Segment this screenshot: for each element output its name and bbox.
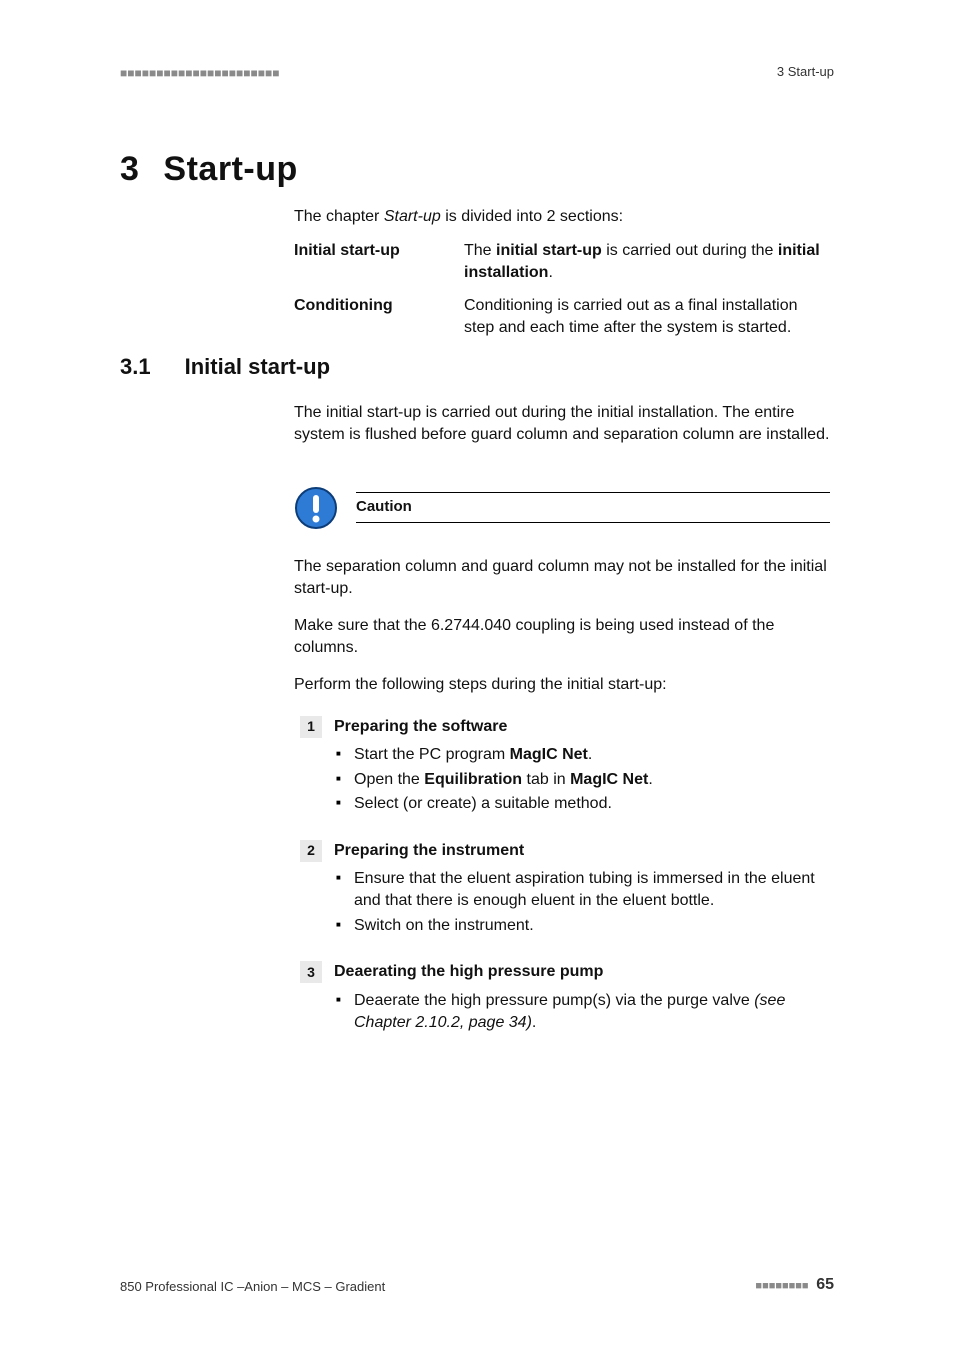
footer-right: ■■■■■■■■ 65: [755, 1276, 834, 1294]
step-title: Preparing the instrument: [334, 840, 524, 862]
definition-row: Initial start-up The initial start-up is…: [294, 240, 830, 285]
def-bold: initial start-up: [496, 242, 602, 259]
intro-prefix: The chapter: [294, 208, 384, 225]
chapter-number: 3: [120, 150, 139, 188]
step-2: 2 Preparing the instrument Ensure that t…: [300, 840, 830, 938]
caution-label-wrap: Caution: [356, 498, 830, 519]
def-text: is carried out during the: [602, 242, 778, 259]
bullet-item: Ensure that the eluent aspiration tubing…: [354, 868, 830, 913]
chapter-title: 3 Start-up: [120, 150, 298, 189]
definition-list: Initial start-up The initial start-up is…: [294, 236, 830, 340]
caution-rule-top: [356, 492, 830, 493]
caution-icon: [294, 486, 338, 530]
caution-p1: The separation column and guard column m…: [294, 556, 830, 601]
caution-rule-bottom: [356, 522, 830, 523]
bullet-item: Select (or create) a suitable method.: [354, 793, 830, 815]
intro-italic: Start-up: [384, 208, 441, 225]
step-1: 1 Preparing the software Start the PC pr…: [300, 716, 830, 816]
caution-label: Caution: [356, 498, 412, 519]
steps-list: 1 Preparing the software Start the PC pr…: [294, 716, 830, 1058]
step-number: 1: [300, 716, 322, 738]
bullet-item: Start the PC program MagIC Net.: [354, 744, 830, 766]
definition-desc: The initial start-up is carried out duri…: [464, 240, 830, 285]
section-intro: The initial start-up is carried out duri…: [294, 402, 830, 447]
bullet-text: .: [588, 746, 592, 763]
step-number: 2: [300, 840, 322, 862]
step-head: 1 Preparing the software: [300, 716, 830, 738]
bullet-text: Start the PC program: [354, 746, 510, 763]
bullet-text: tab in: [522, 771, 570, 788]
bullet-bold: Equilibration: [424, 771, 522, 788]
def-text: The: [464, 242, 496, 259]
step-bullets: Start the PC program MagIC Net. Open the…: [300, 744, 830, 815]
bullet-bold: MagIC Net: [570, 771, 648, 788]
footer-left: 850 Professional IC –Anion – MCS – Gradi…: [120, 1279, 385, 1294]
bullet-text: Open the: [354, 771, 424, 788]
bullet-item: Open the Equilibration tab in MagIC Net.: [354, 769, 830, 791]
step-title: Preparing the software: [334, 716, 507, 738]
bullet-text: .: [648, 771, 652, 788]
def-text: .: [548, 264, 552, 281]
intro-suffix: is divided into 2 sections:: [441, 208, 623, 225]
step-title: Deaerating the high pressure pump: [334, 961, 603, 983]
bullet-item: Switch on the instrument.: [354, 915, 830, 937]
header-section-label: 3 Start-up: [777, 64, 834, 79]
step-3: 3 Deaerating the high pressure pump Deae…: [300, 961, 830, 1034]
section-number: 3.1: [120, 354, 151, 379]
definition-row: Conditioning Conditioning is carried out…: [294, 295, 830, 340]
steps-intro: Perform the following steps during the i…: [294, 674, 830, 696]
step-number: 3: [300, 961, 322, 983]
chapter-name: Start-up: [163, 150, 297, 188]
definition-term: Initial start-up: [294, 240, 464, 285]
step-head: 2 Preparing the instrument: [300, 840, 830, 862]
step-bullets: Deaerate the high pressure pump(s) via t…: [300, 990, 830, 1035]
caution-body: The separation column and guard column m…: [294, 556, 830, 660]
bullet-item: Deaerate the high pressure pump(s) via t…: [354, 990, 830, 1035]
bullet-text: .: [532, 1014, 536, 1031]
bullet-text: Deaerate the high pressure pump(s) via t…: [354, 992, 754, 1009]
step-head: 3 Deaerating the high pressure pump: [300, 961, 830, 983]
page-header: ■■■■■■■■■■■■■■■■■■■■■■ 3 Start-up: [120, 64, 834, 84]
section-title: 3.1 Initial start-up: [120, 354, 330, 380]
section-name: Initial start-up: [185, 354, 330, 379]
header-ticks: ■■■■■■■■■■■■■■■■■■■■■■: [120, 66, 279, 80]
page-number: 65: [816, 1276, 834, 1293]
caution-p2: Make sure that the 6.2744.040 coupling i…: [294, 615, 830, 660]
footer-ticks: ■■■■■■■■: [755, 1280, 808, 1292]
caution-head: Caution: [294, 486, 830, 530]
intro-paragraph: The chapter Start-up is divided into 2 s…: [294, 206, 830, 228]
definition-desc: Conditioning is carried out as a final i…: [464, 295, 830, 340]
definition-term: Conditioning: [294, 295, 464, 340]
bullet-bold: MagIC Net: [510, 746, 588, 763]
step-bullets: Ensure that the eluent aspiration tubing…: [300, 868, 830, 937]
caution-box: Caution The separation column and guard …: [294, 486, 830, 674]
page: ■■■■■■■■■■■■■■■■■■■■■■ 3 Start-up 3 Start…: [0, 0, 954, 1350]
